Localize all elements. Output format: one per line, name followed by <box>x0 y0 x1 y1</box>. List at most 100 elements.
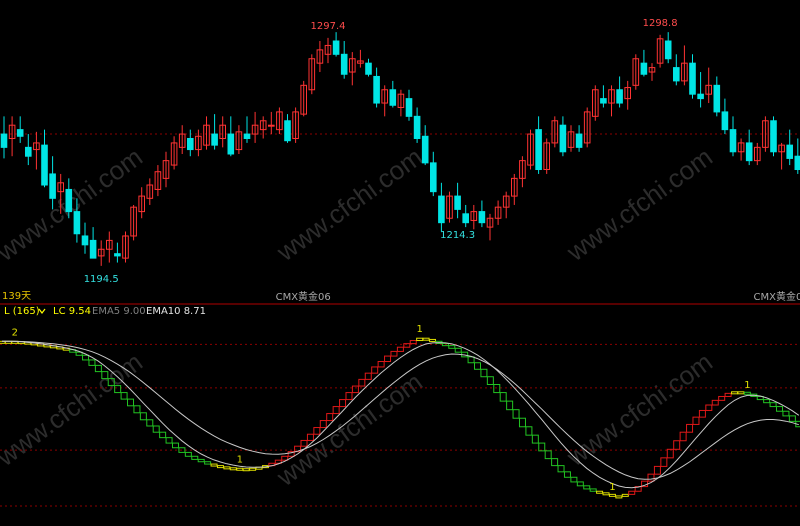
candle-body <box>689 62 696 95</box>
candle-body <box>268 124 275 127</box>
candle-body <box>227 133 235 155</box>
low-price-label: 1214.3 <box>440 230 475 241</box>
candle-body <box>640 62 648 75</box>
candle <box>478 200 486 228</box>
indicator-bar <box>589 488 597 492</box>
candle <box>713 76 721 117</box>
indicator-bar <box>171 442 179 449</box>
candle-body <box>786 144 794 159</box>
candle-body <box>462 213 469 224</box>
candle <box>259 116 267 139</box>
candle <box>778 142 785 170</box>
indicator-bar <box>698 409 706 418</box>
candle <box>389 80 397 108</box>
candle-body <box>535 129 542 171</box>
watermark-text: www.cfchi.com <box>560 347 718 473</box>
indicator-bar <box>711 399 719 406</box>
indicator-bar <box>480 368 488 378</box>
candle <box>25 134 32 166</box>
candle-body <box>41 144 48 186</box>
candle <box>81 222 89 254</box>
candle <box>502 191 510 219</box>
indicator-bar <box>576 481 584 487</box>
watermark-layer: www.cfchi.com www.cfchi.com www.cfchi.com w… <box>0 142 718 493</box>
indicator-bar <box>660 457 668 467</box>
candle-body <box>284 120 291 142</box>
candle-body <box>421 135 429 164</box>
indicator-bar <box>705 404 713 411</box>
candle <box>567 125 575 152</box>
indicator-bar <box>769 402 777 408</box>
candle-body <box>65 188 73 213</box>
candle <box>373 67 380 108</box>
indicator-bar <box>422 337 430 341</box>
turn-mark-label: 1 <box>237 455 243 466</box>
candle <box>130 204 137 241</box>
indicator-bar <box>544 450 552 460</box>
candle <box>268 111 275 135</box>
indicator-bar <box>737 391 745 395</box>
indicator-bar <box>204 461 212 465</box>
ema10-value: EMA10 8.71 <box>146 306 206 317</box>
indicator-bar <box>429 338 437 342</box>
indicator-bar <box>249 467 257 471</box>
candle <box>284 114 291 143</box>
candle-body <box>438 195 445 224</box>
candle <box>632 54 640 90</box>
watermark-text: www.cfchi.com <box>270 367 428 493</box>
candle-body <box>81 235 89 246</box>
indicator-bar <box>602 492 610 496</box>
candle <box>162 151 170 188</box>
candle <box>754 142 761 166</box>
contract-label-08: CMX黄金08 <box>754 290 800 303</box>
candle <box>664 32 672 64</box>
chevron-down-icon[interactable] <box>38 308 46 314</box>
indicator-bar <box>608 493 616 497</box>
indicator-bar <box>731 391 739 395</box>
candle <box>438 182 445 232</box>
candle <box>357 49 364 68</box>
candle <box>397 89 405 117</box>
indicator-bar <box>319 420 327 429</box>
candle-body <box>729 129 737 153</box>
indicator-bar <box>216 465 224 469</box>
indicator-bar <box>127 398 135 407</box>
turn-mark-label: 1 <box>609 482 615 493</box>
candle <box>211 114 218 150</box>
indicator-bar <box>692 416 700 425</box>
candle-body <box>713 84 721 113</box>
candle-body <box>0 133 8 148</box>
candle <box>16 116 24 143</box>
candle <box>203 116 210 150</box>
turn-mark-label: 1 <box>416 324 422 335</box>
candle <box>251 111 259 143</box>
indicator-bar <box>686 423 694 433</box>
candle-body <box>559 124 567 153</box>
indicator-bar <box>146 419 154 427</box>
indicator-bar <box>467 356 475 364</box>
candle-body <box>365 62 372 75</box>
candle <box>519 156 526 188</box>
indicator-bar <box>474 362 482 370</box>
candle <box>405 89 413 121</box>
candle-body <box>745 142 753 162</box>
candle <box>332 32 340 57</box>
indicator-bar <box>165 437 173 444</box>
candle <box>527 129 534 170</box>
candle <box>89 227 97 259</box>
candle <box>648 63 656 81</box>
candle <box>786 129 794 166</box>
indicator-bar <box>236 467 244 471</box>
indicator-bar <box>493 384 501 394</box>
candle-body <box>89 239 97 259</box>
indicator-bar <box>525 426 533 436</box>
candle-body <box>770 120 777 153</box>
candle <box>0 116 8 159</box>
candle <box>697 72 704 108</box>
indicator-bar <box>563 471 571 478</box>
candle <box>470 204 478 230</box>
indicator-bar <box>666 448 674 459</box>
candle-body <box>405 98 413 117</box>
candle <box>243 116 251 143</box>
candle <box>421 125 429 166</box>
